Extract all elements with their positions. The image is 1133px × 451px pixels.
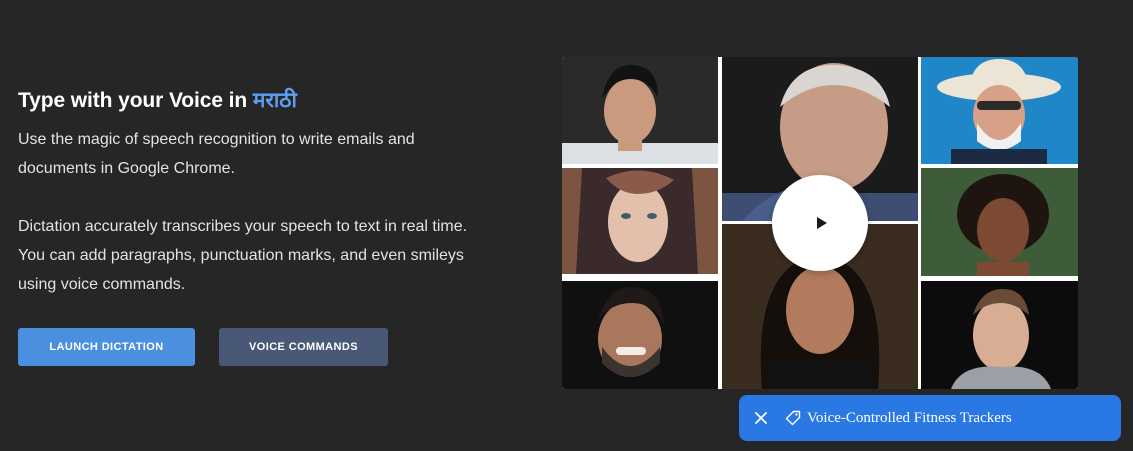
portrait-young-man	[562, 57, 718, 164]
intro-paragraph: Use the magic of speech recognition to w…	[18, 131, 415, 177]
description-paragraph: Dictation accurately transcribes your sp…	[18, 218, 468, 293]
play-icon	[816, 217, 827, 229]
toast-label: Voice-Controlled Fitness Trackers	[807, 409, 1012, 426]
tag-icon	[785, 410, 801, 426]
portrait-bearded-man-smiling	[562, 281, 718, 389]
launch-dictation-button[interactable]: LAUNCH DICTATION	[18, 328, 195, 366]
play-button[interactable]	[772, 175, 868, 271]
page-title: Type with your Voice in मराठी	[18, 84, 468, 118]
portrait-woman-curly-hair	[921, 168, 1078, 276]
portrait-man-cowboy-hat	[921, 57, 1078, 164]
portrait-woman-headscarf	[562, 168, 718, 274]
topic-toast[interactable]: Voice-Controlled Fitness Trackers	[739, 395, 1121, 441]
headline-language[interactable]: मराठी	[253, 89, 297, 112]
dictation-landing-page: Type with your Voice in मराठी Use the ma…	[0, 0, 1133, 451]
headline-prefix: Type with your Voice in	[18, 89, 253, 112]
close-icon[interactable]	[754, 411, 768, 425]
hero-text: Type with your Voice in मराठी Use the ma…	[18, 84, 468, 299]
portrait-man-hoodie	[921, 281, 1078, 389]
voice-commands-button[interactable]: VOICE COMMANDS	[219, 328, 388, 366]
